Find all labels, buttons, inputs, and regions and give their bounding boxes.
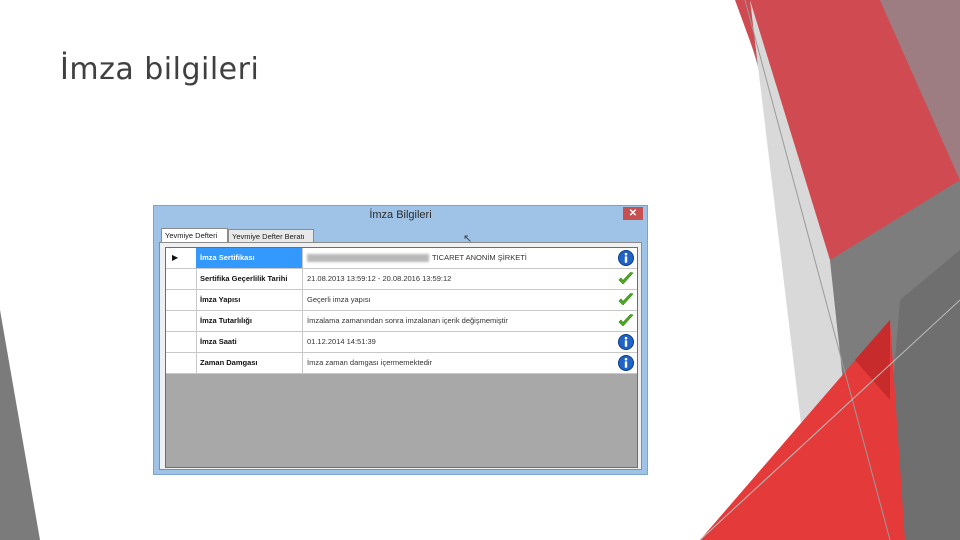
row-value[interactable]: TICARET ANONİM ŞİRKETİ xyxy=(304,248,614,268)
row-label[interactable]: İmza Yapısı xyxy=(196,290,303,310)
info-icon xyxy=(618,355,634,371)
signature-grid: ▶ İmza Sertifikası TICARET ANONİM ŞİRKET… xyxy=(165,247,638,468)
table-row[interactable]: ▶ İmza Sertifikası TICARET ANONİM ŞİRKET… xyxy=(166,248,637,269)
row-header[interactable] xyxy=(166,269,197,289)
row-header[interactable] xyxy=(166,290,197,310)
checkmark-icon xyxy=(618,272,634,285)
row-label[interactable]: İmza Tutarlılığı xyxy=(196,311,303,331)
table-row[interactable]: Sertifika Geçerlilik Tarihi 21.08.2013 1… xyxy=(166,269,637,290)
row-value[interactable]: 21.08.2013 13:59:12 - 20.08.2016 13:59:1… xyxy=(304,269,614,289)
row-header[interactable] xyxy=(166,311,197,331)
tab-yevmiye-defteri[interactable]: Yevmiye Defteri xyxy=(161,228,228,243)
row-value[interactable]: 01.12.2014 14:51:39 xyxy=(304,332,614,352)
row-label[interactable]: Sertifika Geçerlilik Tarihi xyxy=(196,269,303,289)
row-header[interactable]: ▶ xyxy=(166,248,197,268)
row-header[interactable] xyxy=(166,353,197,373)
row-value[interactable]: İmzalama zamanından sonra imzalanan içer… xyxy=(304,311,614,331)
row-value[interactable]: Geçerli imza yapısı xyxy=(304,290,614,310)
table-row[interactable]: İmza Yapısı Geçerli imza yapısı xyxy=(166,290,637,311)
window-titlebar[interactable]: İmza Bilgileri ✕ xyxy=(154,206,647,226)
slide-title: İmza bilgileri xyxy=(60,52,260,87)
row-label[interactable]: Zaman Damgası xyxy=(196,353,303,373)
row-value-text: TICARET ANONİM ŞİRKETİ xyxy=(432,253,527,262)
row-label[interactable]: İmza Saati xyxy=(196,332,303,352)
table-row[interactable]: İmza Tutarlılığı İmzalama zamanından son… xyxy=(166,311,637,332)
row-value[interactable]: İmza zaman damgası içermemektedir xyxy=(304,353,614,373)
row-label[interactable]: İmza Sertifikası xyxy=(196,248,303,268)
close-button[interactable]: ✕ xyxy=(623,207,643,220)
info-icon xyxy=(618,250,634,266)
info-icon xyxy=(618,334,634,350)
close-icon: ✕ xyxy=(628,208,638,219)
tab-yevmiye-defter-berati[interactable]: Yevmiye Defter Beratı xyxy=(228,229,314,242)
checkmark-icon xyxy=(618,293,634,306)
checkmark-icon xyxy=(618,314,634,327)
imza-bilgileri-window: İmza Bilgileri ✕ ↖ Yevmiye Defteri Yevmi… xyxy=(153,205,648,475)
redacted-text xyxy=(307,254,429,263)
tab-panel: ▶ İmza Sertifikası TICARET ANONİM ŞİRKET… xyxy=(159,242,642,470)
current-row-arrow-icon: ▶ xyxy=(172,253,179,262)
row-header[interactable] xyxy=(166,332,197,352)
table-row[interactable]: Zaman Damgası İmza zaman damgası içermem… xyxy=(166,353,637,374)
window-title: İmza Bilgileri xyxy=(369,209,432,221)
table-row[interactable]: İmza Saati 01.12.2014 14:51:39 xyxy=(166,332,637,353)
